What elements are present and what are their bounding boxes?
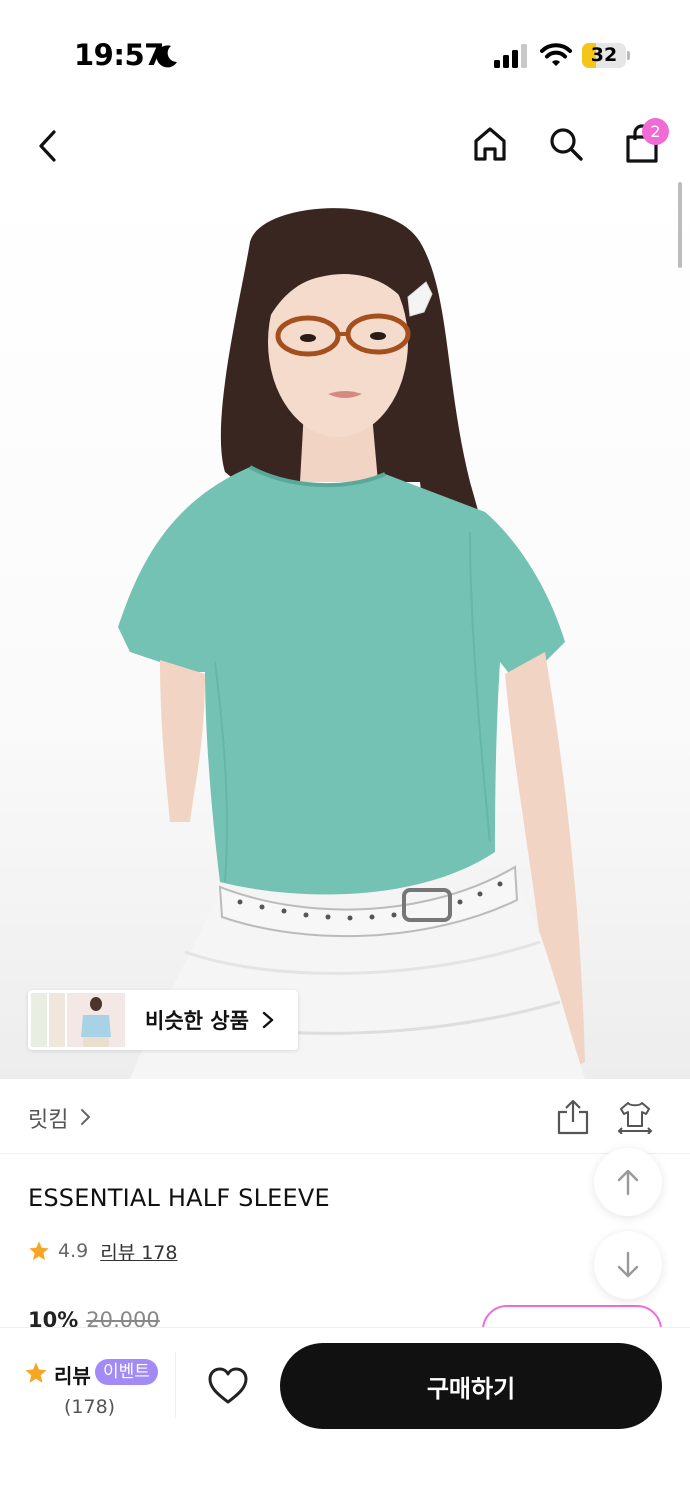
similar-product-thumbnail <box>31 993 125 1047</box>
top-nav-bar <box>0 110 690 180</box>
arrow-up-icon <box>617 1169 639 1196</box>
wifi-icon <box>540 43 572 66</box>
divider <box>175 1352 176 1418</box>
event-badge: 이벤트 <box>95 1359 158 1385</box>
review-count-link[interactable]: 리뷰 178 <box>100 1238 177 1265</box>
battery-indicator: 32 <box>582 43 630 68</box>
moon-icon <box>156 45 177 68</box>
scroll-bottom-button[interactable] <box>594 1231 662 1299</box>
scroll-top-button[interactable] <box>594 1148 662 1216</box>
review-count: (178) <box>64 1396 116 1418</box>
brand-row: 릿킴 <box>0 1080 690 1154</box>
review-event-button[interactable]: 리뷰 이벤트 (178) <box>24 1358 174 1418</box>
status-time: 19:57 <box>74 38 164 72</box>
review-label: 리뷰 <box>54 1364 91 1388</box>
cellular-signal-icon <box>494 44 527 68</box>
page-scrollbar[interactable] <box>678 182 682 268</box>
rating-score: 4.9 <box>58 1240 89 1262</box>
product-title: ESSENTIAL HALF SLEEVE <box>28 1184 330 1212</box>
bottom-action-bar: 리뷰 이벤트 (178) 구매하기 <box>0 1327 690 1500</box>
arrow-down-icon <box>617 1251 639 1278</box>
star-icon <box>29 1241 49 1260</box>
brand-link[interactable]: 릿킴 <box>28 1102 68 1134</box>
status-bar: 19:57 32 <box>0 0 690 100</box>
product-image[interactable] <box>0 182 690 1079</box>
similar-products-label: 비슷한 상품 <box>145 1009 249 1033</box>
home-button[interactable] <box>468 122 512 166</box>
chevron-right-icon <box>81 1109 90 1125</box>
heart-icon[interactable] <box>206 1364 250 1408</box>
model-photo <box>118 208 585 1079</box>
share-icon[interactable] <box>556 1098 590 1136</box>
back-icon <box>39 130 56 162</box>
home-icon <box>474 127 506 161</box>
similar-products-thumbnails <box>31 993 125 1047</box>
cart-count-badge: 2 <box>642 118 669 145</box>
buy-button[interactable]: 구매하기 <box>280 1343 662 1429</box>
star-icon <box>25 1362 47 1383</box>
size-fit-icon[interactable] <box>616 1100 654 1134</box>
rating-row: 4.9 리뷰 178 <box>28 1237 177 1265</box>
similar-products-button[interactable]: 비슷한 상품 <box>28 990 298 1050</box>
back-button[interactable] <box>26 124 70 168</box>
battery-percent: 32 <box>590 44 618 66</box>
search-button[interactable] <box>544 122 588 166</box>
chevron-right-icon <box>262 1011 274 1029</box>
search-icon <box>550 128 583 161</box>
